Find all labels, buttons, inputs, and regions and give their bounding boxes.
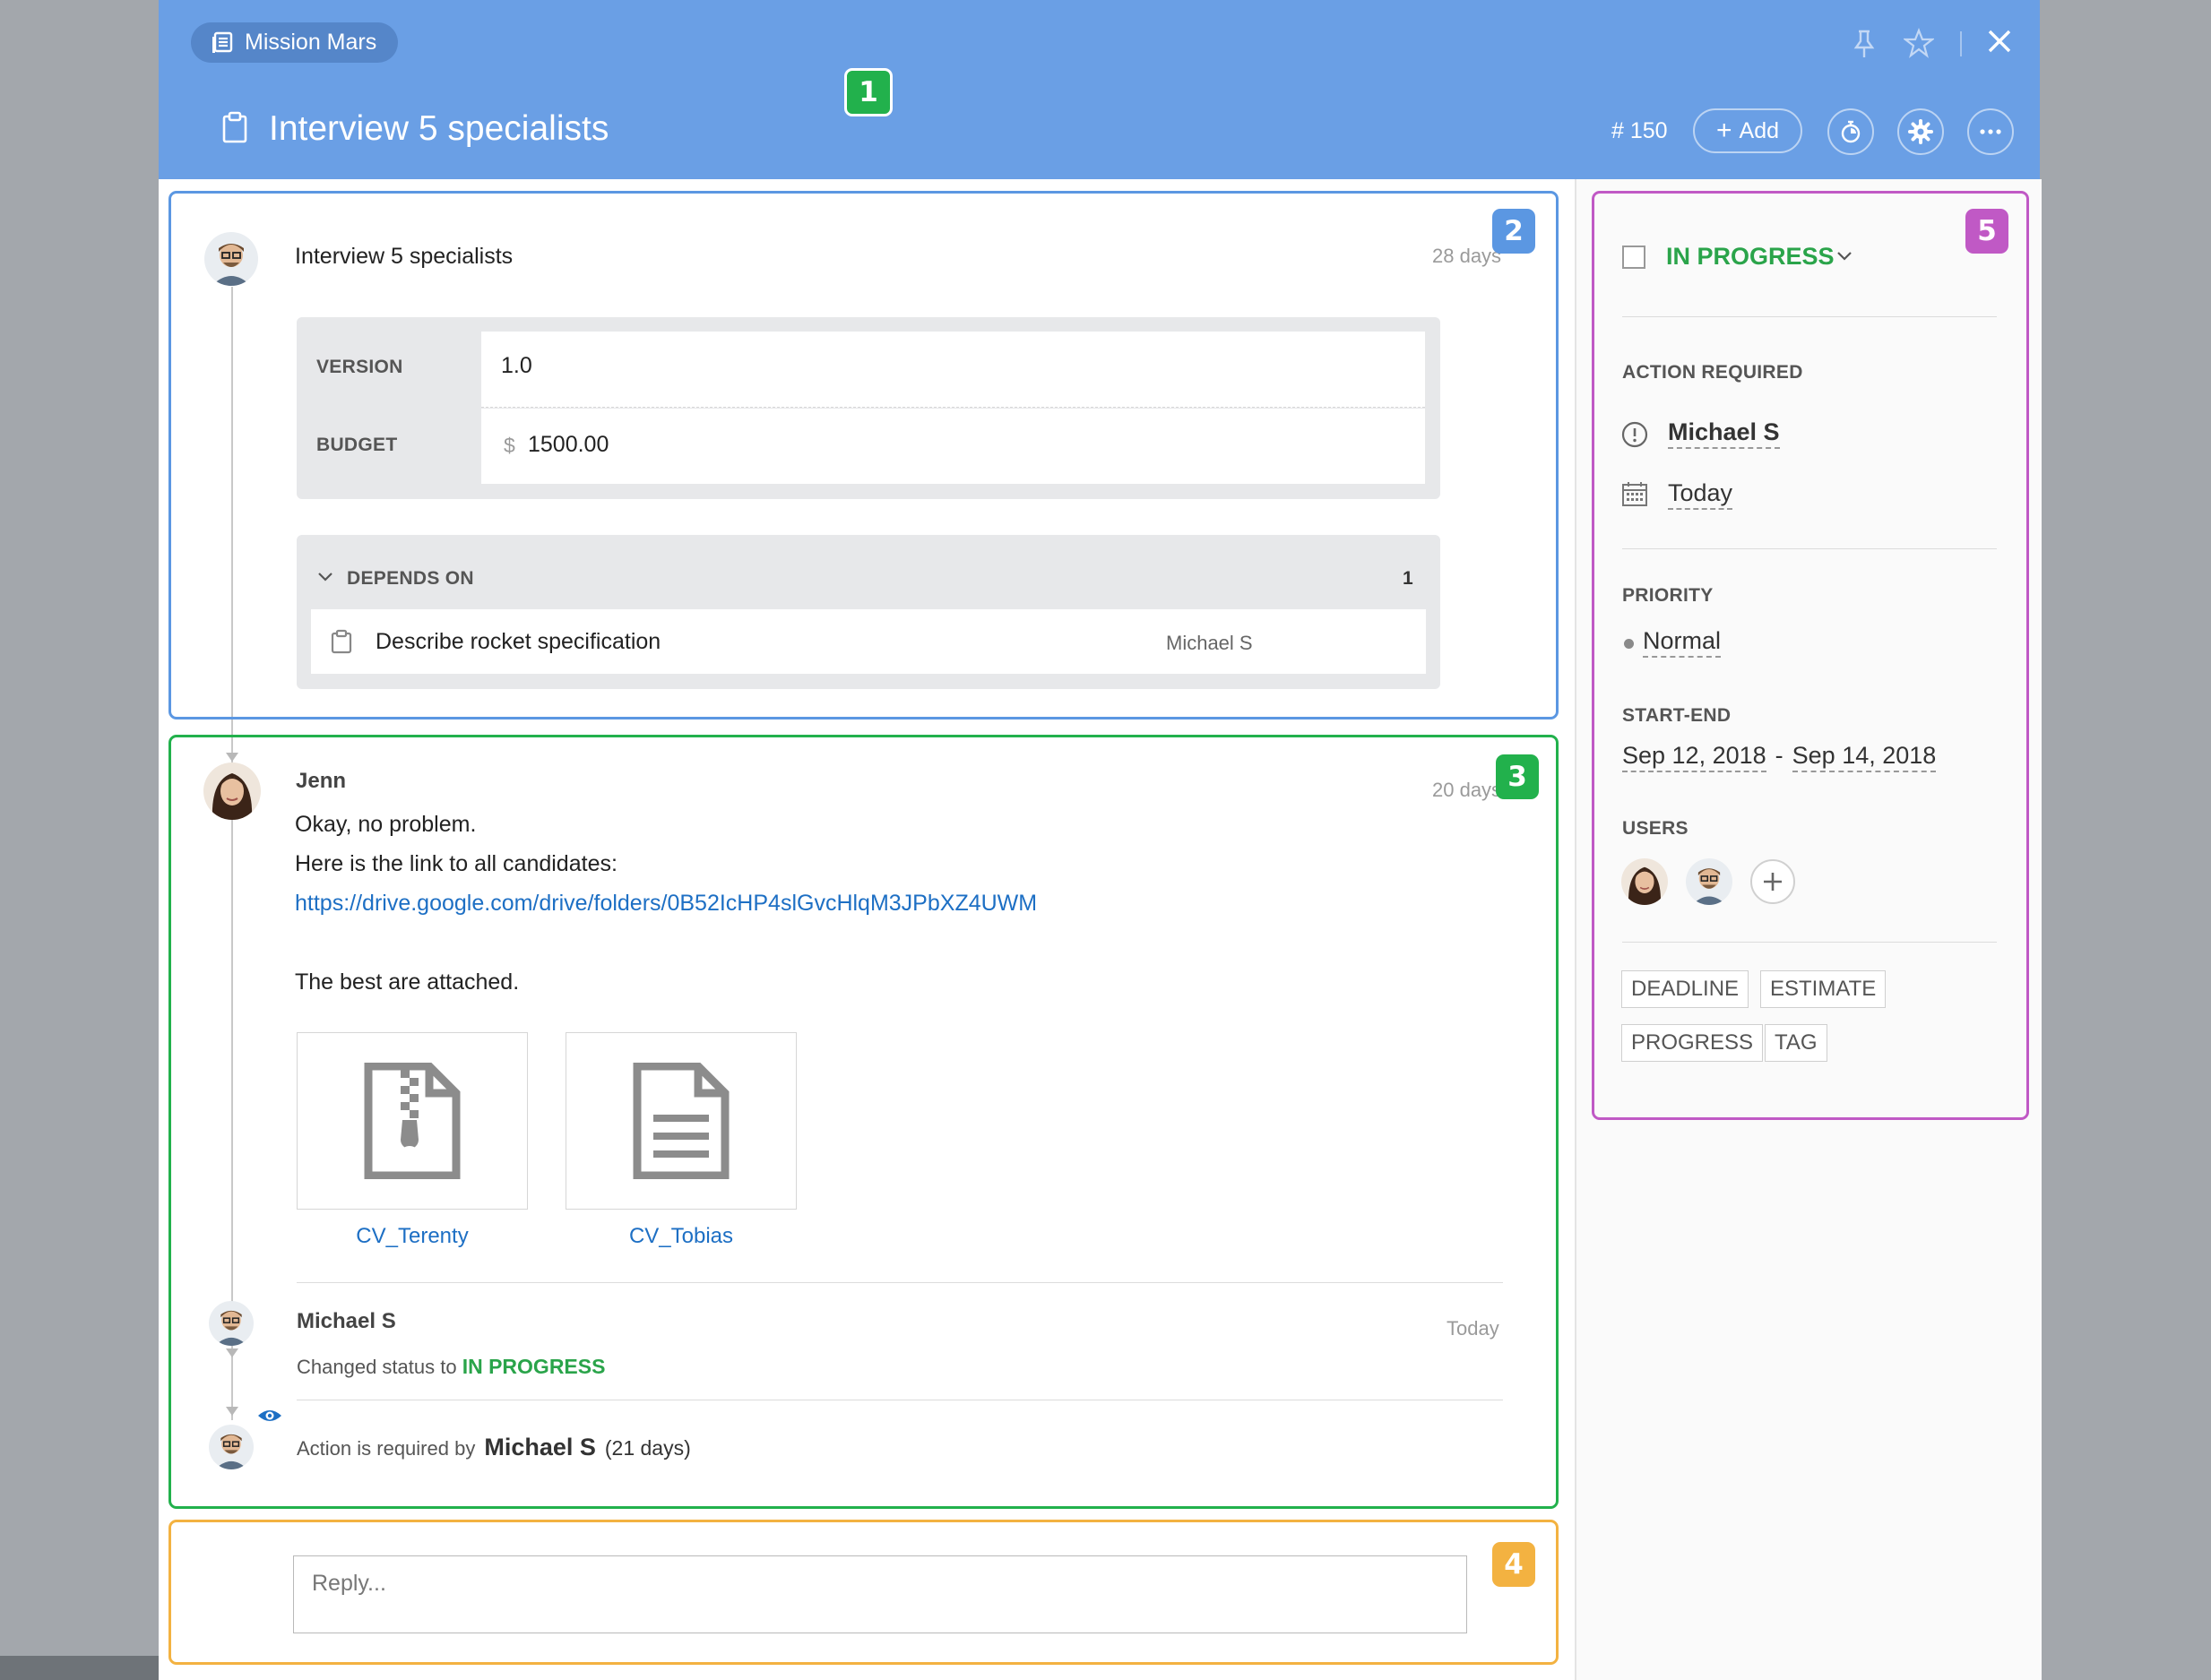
stopwatch-icon <box>1841 120 1861 143</box>
plus-icon: + <box>1715 116 1732 145</box>
project-breadcrumb[interactable]: Mission Mars <box>191 22 399 63</box>
clipboard-icon <box>222 111 247 143</box>
timer-button[interactable] <box>1827 108 1874 155</box>
close-icon[interactable] <box>1987 29 2012 54</box>
star-icon[interactable] <box>1904 28 1934 58</box>
project-icon <box>212 31 233 53</box>
background-strip <box>0 1656 161 1680</box>
gear-icon <box>1908 119 1933 144</box>
breadcrumb-label: Mission Mars <box>245 30 377 55</box>
add-button-label: Add <box>1739 117 1779 143</box>
callout-marker-2: 2 <box>1492 209 1535 254</box>
callout-marker-5: 5 <box>1965 209 2008 254</box>
add-button[interactable]: + Add <box>1693 108 1802 153</box>
settings-button[interactable] <box>1897 108 1944 155</box>
sidebar-section-outline <box>1592 191 2029 1120</box>
conversation-section-outline <box>168 735 1559 1509</box>
task-details-section-outline <box>168 191 1559 719</box>
reply-section-outline <box>168 1520 1559 1665</box>
more-button[interactable] <box>1967 108 2014 155</box>
more-dots-icon <box>1980 129 2001 134</box>
task-title[interactable]: Interview 5 specialists <box>269 106 609 152</box>
callout-marker-1: 1 <box>844 68 893 116</box>
task-number: # 150 <box>1611 118 1668 143</box>
callout-marker-3: 3 <box>1496 754 1539 799</box>
pin-icon[interactable] <box>1851 29 1878 59</box>
header-separator <box>1960 31 1962 56</box>
callout-marker-4: 4 <box>1492 1542 1535 1587</box>
